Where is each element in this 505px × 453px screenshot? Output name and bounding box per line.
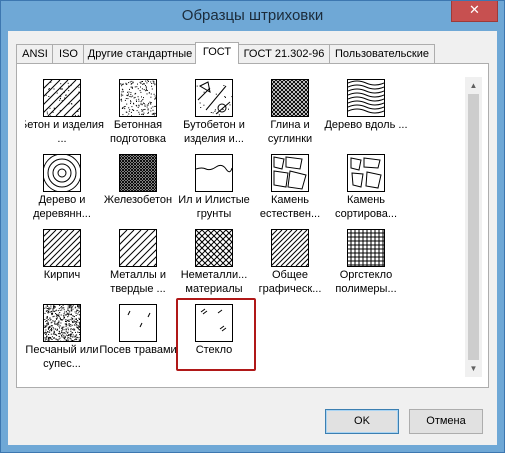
pattern-item-wood-cross[interactable]: Дерево и деревянн... xyxy=(25,154,99,229)
pattern-label: Общее графическ... xyxy=(258,269,322,295)
pattern-label: Дерево и деревянн... xyxy=(33,194,91,220)
pattern-item-grass[interactable]: Посев травами xyxy=(99,304,177,375)
dialog-client-area: ANSI ISO Другие стандартные ГОСТ ГОСТ 21… xyxy=(8,31,497,445)
reinforced-concrete-pattern-icon xyxy=(119,154,157,192)
tab-other-standard[interactable]: Другие стандартные xyxy=(83,44,197,63)
scroll-down-button[interactable]: ▼ xyxy=(465,360,482,377)
scroll-up-button[interactable]: ▲ xyxy=(465,77,482,94)
pattern-item-metal[interactable]: Металлы и твердые ... xyxy=(101,229,175,304)
sorted-stone-pattern-icon xyxy=(347,154,385,192)
pattern-item-plexiglass[interactable]: Оргстекло полимеры... xyxy=(329,229,403,304)
silt-pattern-icon xyxy=(195,154,233,192)
pattern-label: Бетон и изделия ... xyxy=(25,119,104,145)
tab-gost[interactable]: ГОСТ xyxy=(195,42,239,64)
tab-gost-21-302-96[interactable]: ГОСТ 21.302-96 xyxy=(237,44,331,63)
chevron-down-icon: ▼ xyxy=(469,364,478,373)
pattern-label: Стекло xyxy=(195,344,233,356)
pattern-label: Металлы и твердые ... xyxy=(109,269,166,295)
close-icon: ✕ xyxy=(469,3,480,18)
pattern-item-general[interactable]: Общее графическ... xyxy=(253,229,327,304)
pattern-label: Железобетон xyxy=(103,194,173,206)
pattern-item-clay[interactable]: Глина и суглинки xyxy=(253,79,327,154)
vertical-scrollbar[interactable]: ▲ ▼ xyxy=(465,77,482,377)
pattern-label: Камень естествен... xyxy=(259,194,321,220)
plexiglass-pattern-icon xyxy=(347,229,385,267)
pattern-item-sand[interactable]: Песчаный или супес... xyxy=(25,304,99,375)
general-pattern-icon xyxy=(271,229,309,267)
pattern-label: Ил и Илистые грунты xyxy=(178,194,250,220)
sand-pattern-icon xyxy=(43,304,81,342)
hatch-pattern-dialog: Образцы штриховки ✕ ANSI ISO Другие стан… xyxy=(0,0,505,453)
window-title: Образцы штриховки xyxy=(181,7,324,24)
tab-ansi[interactable]: ANSI xyxy=(16,44,54,63)
concrete-pattern-icon xyxy=(43,79,81,117)
chevron-up-icon: ▲ xyxy=(469,81,478,90)
pattern-label: Оргстекло полимеры... xyxy=(335,269,397,295)
pattern-item-nonmetal[interactable]: Неметалли... материалы xyxy=(177,229,251,304)
close-button[interactable]: ✕ xyxy=(451,1,498,22)
pattern-item-reinforced-concrete[interactable]: Железобетон xyxy=(101,154,175,229)
pattern-item-silt[interactable]: Ил и Илистые грунты xyxy=(177,154,251,229)
pattern-item-concrete-base[interactable]: Бетонная подготовка xyxy=(101,79,175,154)
pattern-grid: Бетон и изделия ... Бетонная подготовка Бу… xyxy=(25,75,455,375)
clay-pattern-icon xyxy=(271,79,309,117)
pattern-label: Глина и суглинки xyxy=(267,119,313,145)
pattern-item-sorted-stone[interactable]: Камень сортирова... xyxy=(329,154,403,229)
natural-stone-pattern-icon xyxy=(271,154,309,192)
glass-pattern-icon xyxy=(195,304,233,342)
pattern-item-glass[interactable]: Стекло xyxy=(176,298,256,375)
pattern-label: Бетонная подготовка xyxy=(110,119,166,145)
pattern-label: Неметалли... материалы xyxy=(180,269,248,295)
pattern-label: Посев травами xyxy=(99,344,177,356)
pattern-label: Песчаный или супес... xyxy=(25,344,99,370)
pattern-label: Бутобетон и изделия и... xyxy=(183,119,245,145)
scroll-thumb[interactable] xyxy=(468,94,479,360)
concrete-base-pattern-icon xyxy=(119,79,157,117)
pattern-panel: Бетон и изделия ... Бетонная подготовка Бу… xyxy=(16,63,489,388)
wood-cross-pattern-icon xyxy=(43,154,81,192)
brick-pattern-icon xyxy=(43,229,81,267)
pattern-label: Дерево вдоль ... xyxy=(324,119,408,131)
pattern-item-brick[interactable]: Кирпич xyxy=(25,229,99,304)
cancel-button[interactable]: Отмена xyxy=(409,409,483,434)
grass-pattern-icon xyxy=(119,304,157,342)
wood-along-pattern-icon xyxy=(347,79,385,117)
rubble-concrete-pattern-icon xyxy=(195,79,233,117)
pattern-label: Кирпич xyxy=(43,269,81,281)
pattern-item-concrete[interactable]: Бетон и изделия ... xyxy=(25,79,104,154)
pattern-item-wood-along[interactable]: Дерево вдоль ... xyxy=(324,79,408,154)
metal-pattern-icon xyxy=(119,229,157,267)
nonmetal-pattern-icon xyxy=(195,229,233,267)
pattern-item-rubble-concrete[interactable]: Бутобетон и изделия и... xyxy=(177,79,251,154)
pattern-label: Камень сортирова... xyxy=(334,194,398,220)
tab-custom[interactable]: Пользовательские xyxy=(329,44,435,63)
ok-button[interactable]: OK xyxy=(325,409,399,434)
tab-iso[interactable]: ISO xyxy=(52,44,85,63)
pattern-item-natural-stone[interactable]: Камень естествен... xyxy=(253,154,327,229)
